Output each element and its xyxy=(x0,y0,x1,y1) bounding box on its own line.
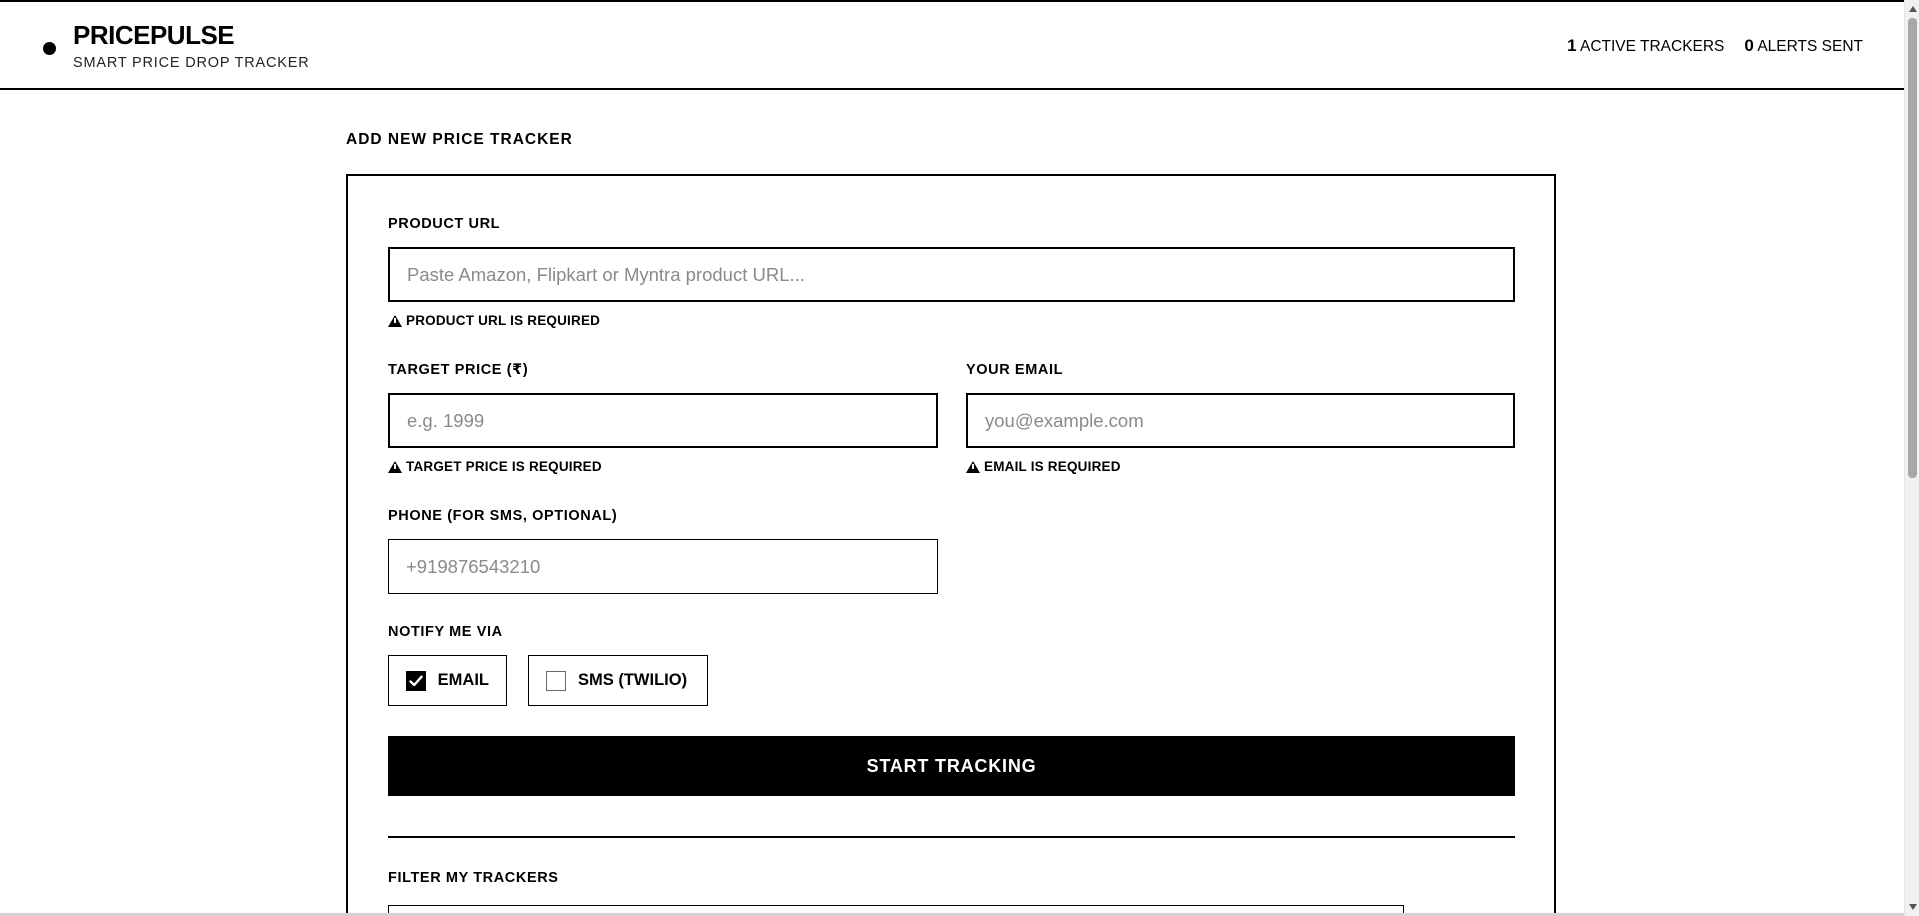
product-url-error-text: PRODUCT URL IS REQUIRED xyxy=(406,313,601,328)
phone-input[interactable] xyxy=(388,539,938,594)
product-url-error: PRODUCT URL IS REQUIRED xyxy=(388,313,600,328)
alerts-sent-count: 0 xyxy=(1744,36,1754,55)
alerts-sent-label: ALERTS SENT xyxy=(1757,38,1863,55)
notify-sms-label: SMS (TWILIO) xyxy=(578,671,688,689)
vertical-scrollbar[interactable] xyxy=(1904,0,1919,916)
scroll-down-icon[interactable] xyxy=(1909,904,1917,910)
checkbox-email[interactable] xyxy=(406,670,426,691)
app-header: PRICEPULSE SMART PRICE DROP TRACKER 1 AC… xyxy=(0,2,1904,90)
scroll-thumb[interactable] xyxy=(1908,18,1917,478)
notify-email-option[interactable]: EMAIL xyxy=(388,655,507,706)
scroll-up-icon[interactable] xyxy=(1909,6,1917,12)
warning-triangle-icon xyxy=(388,460,402,473)
checkbox-sms[interactable] xyxy=(546,670,566,691)
email-error: EMAIL IS REQUIRED xyxy=(966,459,1121,474)
email-input[interactable] xyxy=(966,393,1515,448)
target-price-error-text: TARGET PRICE IS REQUIRED xyxy=(406,459,602,474)
email-error-text: EMAIL IS REQUIRED xyxy=(984,459,1121,474)
active-trackers-count: 1 xyxy=(1567,36,1577,55)
active-trackers-stat: 1 ACTIVE TRACKERS xyxy=(1567,36,1724,56)
divider xyxy=(388,836,1515,838)
phone-label: PHONE (FOR SMS, OPTIONAL) xyxy=(388,508,618,524)
product-url-input[interactable] xyxy=(388,247,1515,302)
target-price-label: TARGET PRICE (₹) xyxy=(388,362,529,378)
email-label: YOUR EMAIL xyxy=(966,362,1064,378)
notify-label: NOTIFY ME VIA xyxy=(388,624,503,640)
notify-email-label: EMAIL xyxy=(437,671,489,689)
checkmark-icon xyxy=(409,675,423,686)
warning-triangle-icon xyxy=(966,460,980,473)
notify-sms-option[interactable]: SMS (TWILIO) xyxy=(528,655,708,706)
start-tracking-button[interactable]: START TRACKING xyxy=(388,736,1515,796)
section-title: ADD NEW PRICE TRACKER xyxy=(346,131,573,148)
header-stats: 1 ACTIVE TRACKERS 0 ALERTS SENT xyxy=(1567,36,1863,56)
product-url-label: PRODUCT URL xyxy=(388,216,501,232)
tracker-form-card: PRODUCT URL PRODUCT URL IS REQUIRED TARG… xyxy=(346,174,1556,916)
active-trackers-label: ACTIVE TRACKERS xyxy=(1579,38,1725,55)
page: PRICEPULSE SMART PRICE DROP TRACKER 1 AC… xyxy=(0,0,1919,916)
target-price-input[interactable] xyxy=(388,393,938,448)
brand-subtitle: SMART PRICE DROP TRACKER xyxy=(73,55,310,71)
dot-icon xyxy=(43,42,56,55)
filter-title: FILTER MY TRACKERS xyxy=(388,870,559,886)
warning-triangle-icon xyxy=(388,314,402,327)
target-price-error: TARGET PRICE IS REQUIRED xyxy=(388,459,602,474)
alerts-sent-stat: 0 ALERTS SENT xyxy=(1744,36,1863,56)
brand-name: PRICEPULSE xyxy=(73,20,235,50)
